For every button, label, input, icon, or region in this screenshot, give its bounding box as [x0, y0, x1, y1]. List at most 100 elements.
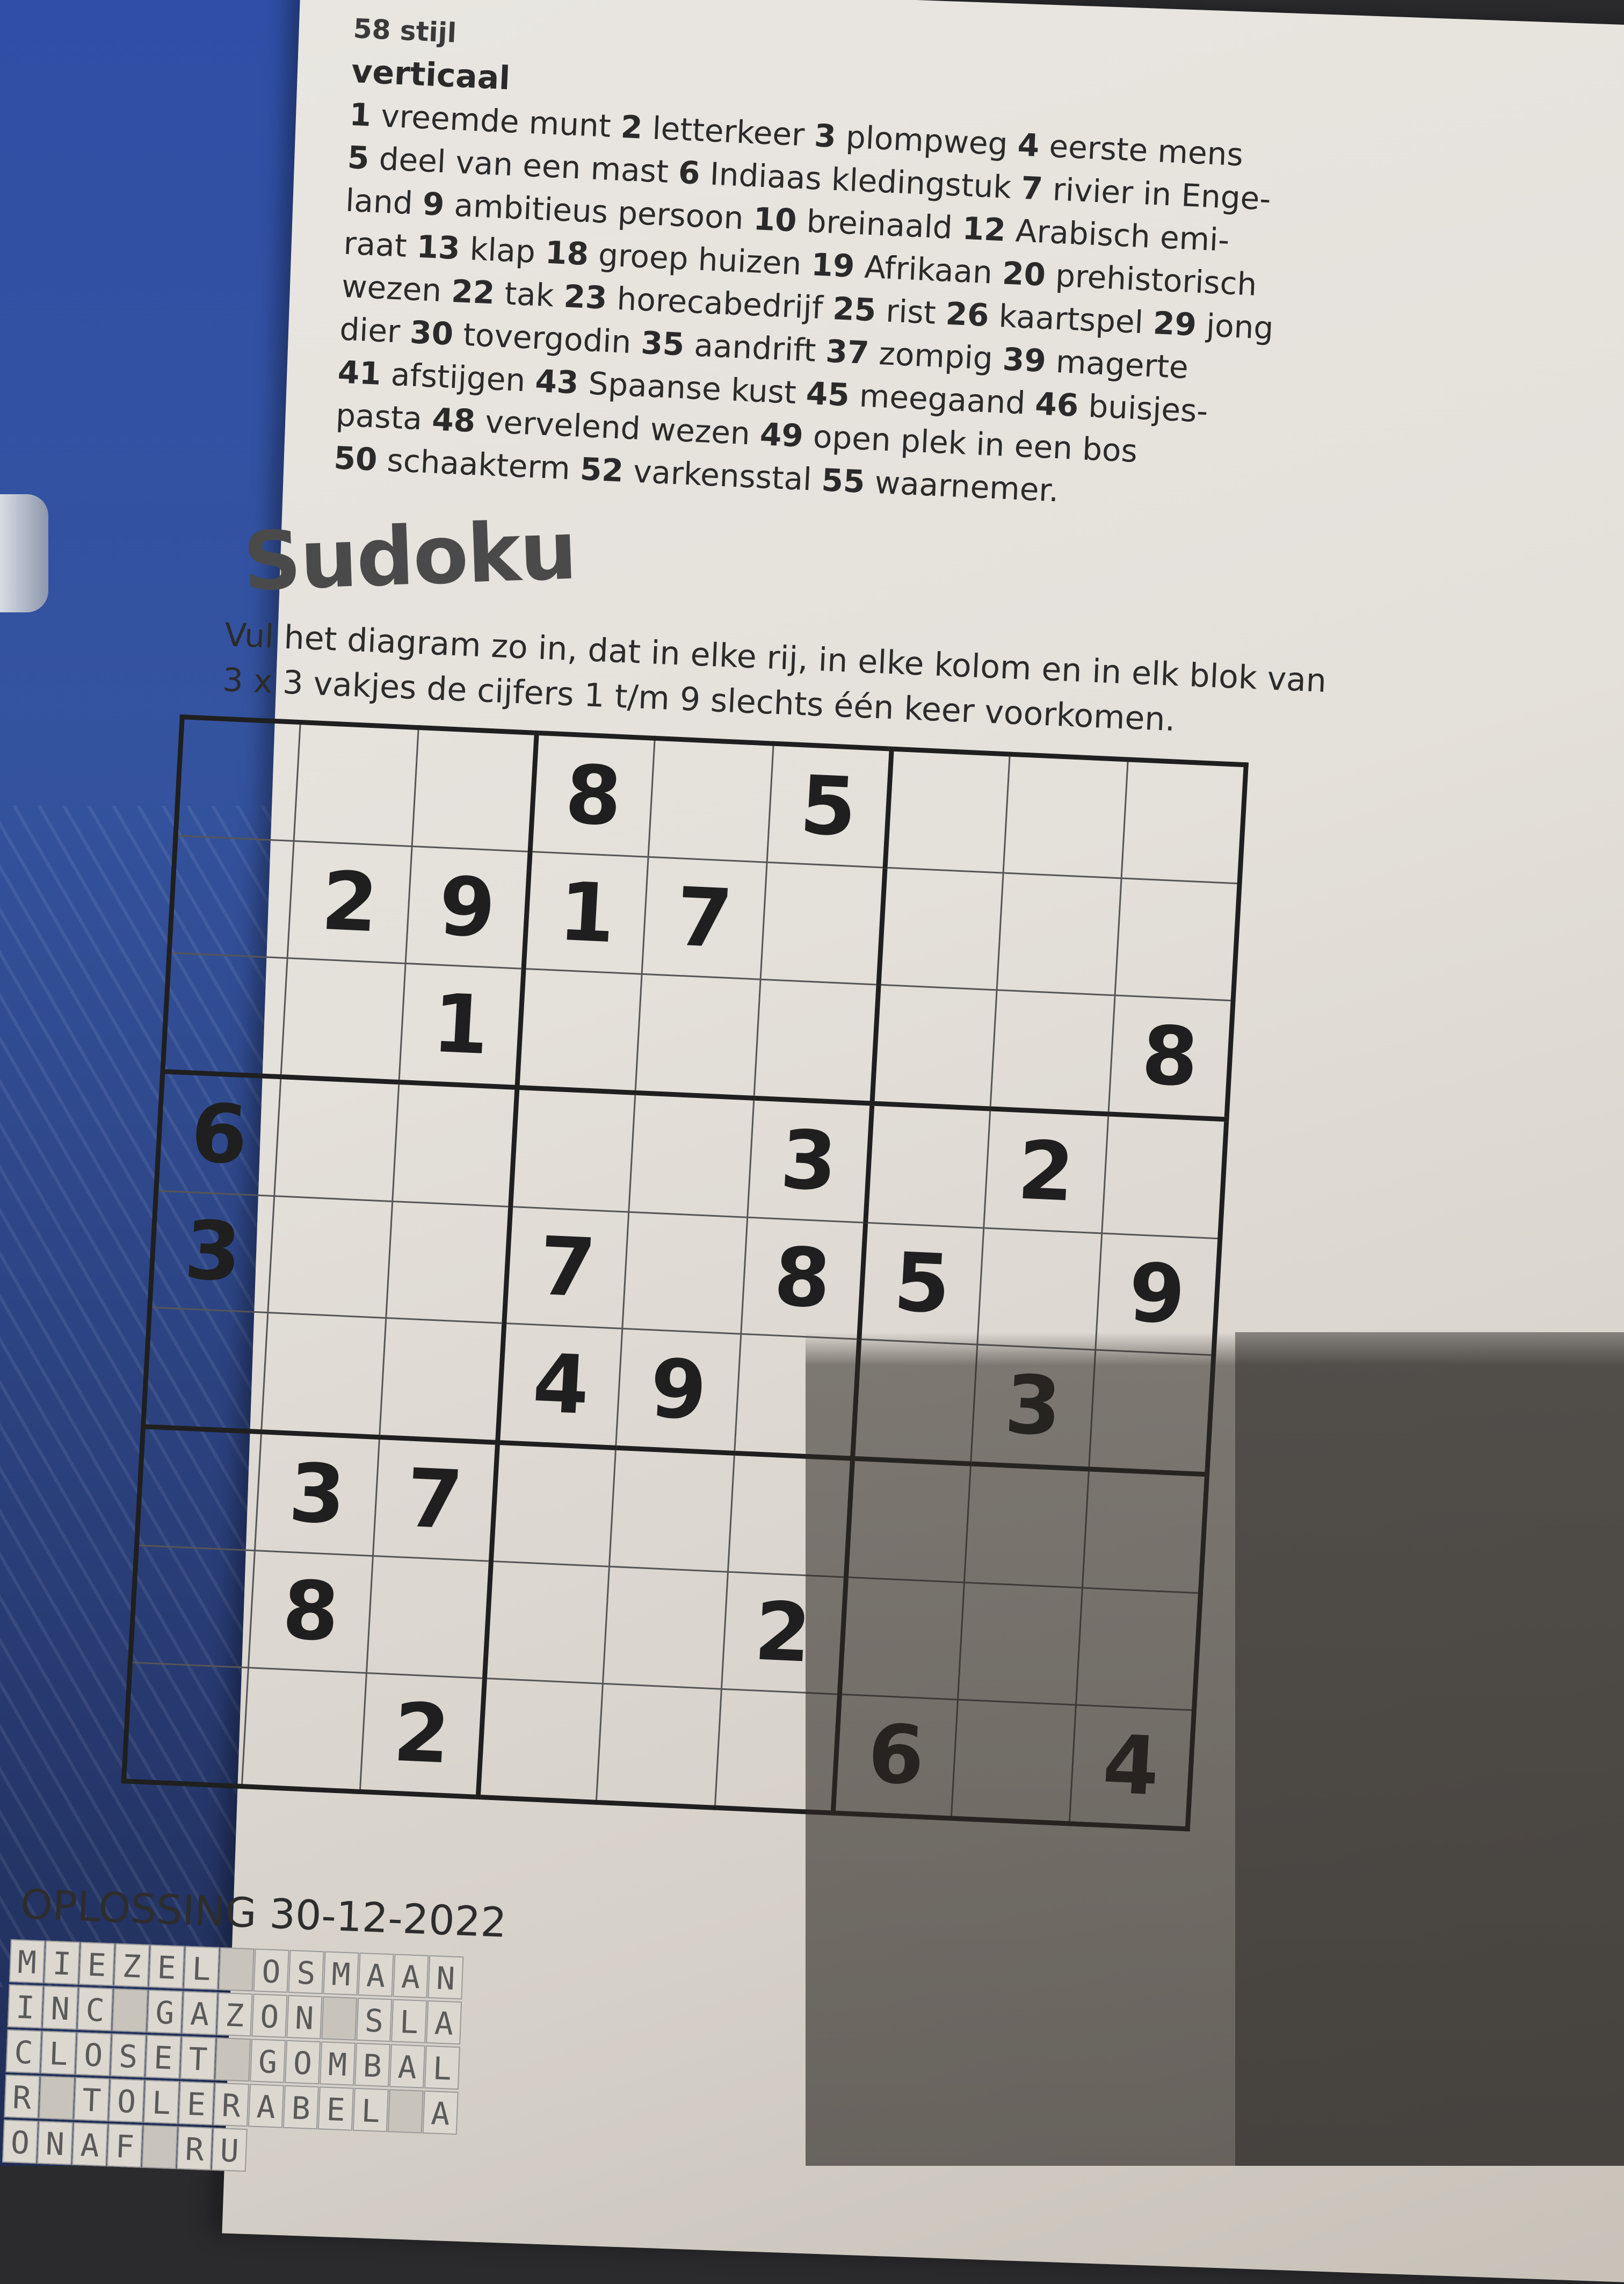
solution-cell: I	[7, 1984, 44, 2029]
clue-number: 43	[534, 363, 579, 401]
sudoku-cell[interactable]	[734, 1334, 859, 1458]
sudoku-cell[interactable]	[609, 1447, 735, 1572]
sudoku-cell[interactable]	[865, 1103, 990, 1228]
sudoku-cell[interactable]: 8	[1108, 995, 1234, 1120]
sudoku-cell[interactable]	[281, 958, 406, 1082]
sudoku-cell[interactable]	[846, 1458, 971, 1582]
sudoku-cell[interactable]: 9	[1095, 1233, 1220, 1356]
sudoku-cell[interactable]: 2	[360, 1673, 485, 1797]
sudoku-cell[interactable]	[885, 749, 1010, 873]
clue-number: 48	[431, 401, 476, 439]
sudoku-cell[interactable]	[1121, 759, 1246, 884]
sudoku-cell[interactable]: 7	[373, 1437, 498, 1562]
sudoku-cell[interactable]	[143, 1307, 268, 1432]
sudoku-cell[interactable]	[176, 717, 301, 841]
sudoku-cell[interactable]: 2	[287, 841, 412, 964]
sudoku-cell[interactable]	[648, 738, 773, 863]
solution-cell: A	[393, 1954, 429, 1998]
sudoku-cell[interactable]: 5	[766, 743, 891, 868]
sudoku-cell[interactable]	[635, 974, 760, 1098]
sudoku-cell[interactable]	[162, 952, 288, 1077]
sudoku-cell[interactable]	[596, 1683, 722, 1808]
sudoku-cell[interactable]: 3	[747, 1098, 872, 1223]
sudoku-cell[interactable]	[274, 1076, 400, 1202]
sudoku-cell[interactable]	[964, 1463, 1089, 1588]
sudoku-cell[interactable]	[242, 1667, 367, 1792]
sudoku-cell[interactable]	[990, 990, 1115, 1115]
sudoku-cell[interactable]	[261, 1312, 387, 1437]
sudoku-cell[interactable]: 7	[642, 857, 767, 980]
solution-cell: L	[391, 1999, 427, 2043]
sudoku-cell[interactable]	[852, 1339, 977, 1464]
sudoku-cell[interactable]	[1101, 1114, 1227, 1239]
sudoku-cell[interactable]	[511, 1087, 636, 1212]
sudoku-cell[interactable]: 3	[149, 1190, 274, 1313]
sudoku-cell[interactable]: 7	[504, 1206, 629, 1329]
sudoku-cell[interactable]	[366, 1556, 491, 1678]
sudoku-cell[interactable]: 6	[156, 1071, 281, 1196]
sudoku-cell[interactable]	[977, 1227, 1102, 1350]
sudoku-cell[interactable]	[294, 722, 419, 847]
sudoku-cell[interactable]	[878, 868, 1003, 991]
sudoku-cell[interactable]	[760, 862, 885, 985]
sudoku-cell[interactable]	[872, 985, 997, 1109]
sudoku-cell[interactable]	[958, 1582, 1083, 1705]
sudoku-cell[interactable]	[517, 968, 642, 1093]
sudoku-cell[interactable]	[839, 1577, 965, 1700]
sudoku-cell[interactable]: 1	[399, 963, 524, 1088]
sudoku-cell[interactable]	[622, 1211, 748, 1334]
sudoku-cell[interactable]	[484, 1561, 610, 1683]
solution-cell: E	[178, 2081, 215, 2126]
sudoku-cell[interactable]: 2	[721, 1572, 846, 1694]
sudoku-cell[interactable]	[1114, 878, 1240, 1001]
sudoku-cell[interactable]	[169, 836, 294, 958]
sudoku-cell[interactable]	[379, 1318, 505, 1443]
sudoku-cell[interactable]: 3	[970, 1345, 1096, 1469]
solution-cell: S	[356, 1997, 393, 2042]
sudoku-cell[interactable]: 9	[405, 846, 531, 969]
sudoku-cell[interactable]	[727, 1452, 853, 1578]
sudoku-cell[interactable]: 8	[248, 1550, 373, 1673]
solution-cell: L	[424, 2045, 460, 2090]
sudoku-cell[interactable]	[603, 1566, 728, 1689]
sudoku-cell[interactable]	[130, 1545, 255, 1668]
sudoku-cell[interactable]: 1	[524, 851, 649, 974]
sudoku-cell[interactable]	[1003, 754, 1128, 879]
clue-number: 9	[422, 185, 445, 223]
sudoku-cell[interactable]	[1082, 1469, 1207, 1593]
sudoku-cell[interactable]	[412, 727, 537, 852]
sudoku-cell[interactable]	[1089, 1350, 1214, 1475]
sudoku-cell[interactable]	[996, 873, 1121, 995]
sudoku-cell[interactable]: 3	[255, 1432, 380, 1556]
sudoku-cell[interactable]	[491, 1442, 617, 1567]
clue-number: 10	[752, 200, 798, 239]
sudoku-cell[interactable]	[714, 1688, 840, 1813]
sudoku-cell[interactable]	[478, 1678, 603, 1803]
sudoku-cell[interactable]: 2	[983, 1109, 1108, 1233]
sudoku-cell[interactable]: 8	[530, 733, 655, 857]
sudoku-cell[interactable]	[392, 1082, 518, 1207]
solution-cell: S	[110, 2033, 147, 2078]
sudoku-cell[interactable]	[951, 1699, 1076, 1824]
solution-cell	[141, 2124, 178, 2170]
solution-cell: M	[320, 2041, 356, 2086]
sudoku-cell[interactable]	[753, 979, 879, 1104]
solution-cell	[321, 1996, 358, 2041]
sudoku-cell[interactable]: 4	[1069, 1704, 1194, 1829]
sudoku-cell[interactable]: 6	[832, 1694, 958, 1819]
sudoku-cell[interactable]: 4	[497, 1323, 623, 1448]
solution-cell: Z	[216, 1992, 253, 2037]
sudoku-cell[interactable]	[629, 1093, 754, 1217]
sudoku-cell[interactable]: 9	[616, 1328, 741, 1453]
sudoku-cell[interactable]: 8	[741, 1217, 866, 1340]
sudoku-cell[interactable]	[386, 1201, 511, 1324]
solution-cell: O	[285, 2040, 321, 2085]
clue-number: 39	[1002, 341, 1047, 380]
sudoku-cell[interactable]: 5	[859, 1222, 984, 1345]
solution-cell: G	[250, 2039, 286, 2083]
sudoku-cell[interactable]	[1076, 1587, 1201, 1710]
sudoku-cell[interactable]	[136, 1426, 262, 1551]
sudoku-cell[interactable]	[267, 1196, 393, 1318]
sudoku-cell[interactable]	[124, 1662, 249, 1787]
solution-cell: Z	[113, 1943, 150, 1987]
